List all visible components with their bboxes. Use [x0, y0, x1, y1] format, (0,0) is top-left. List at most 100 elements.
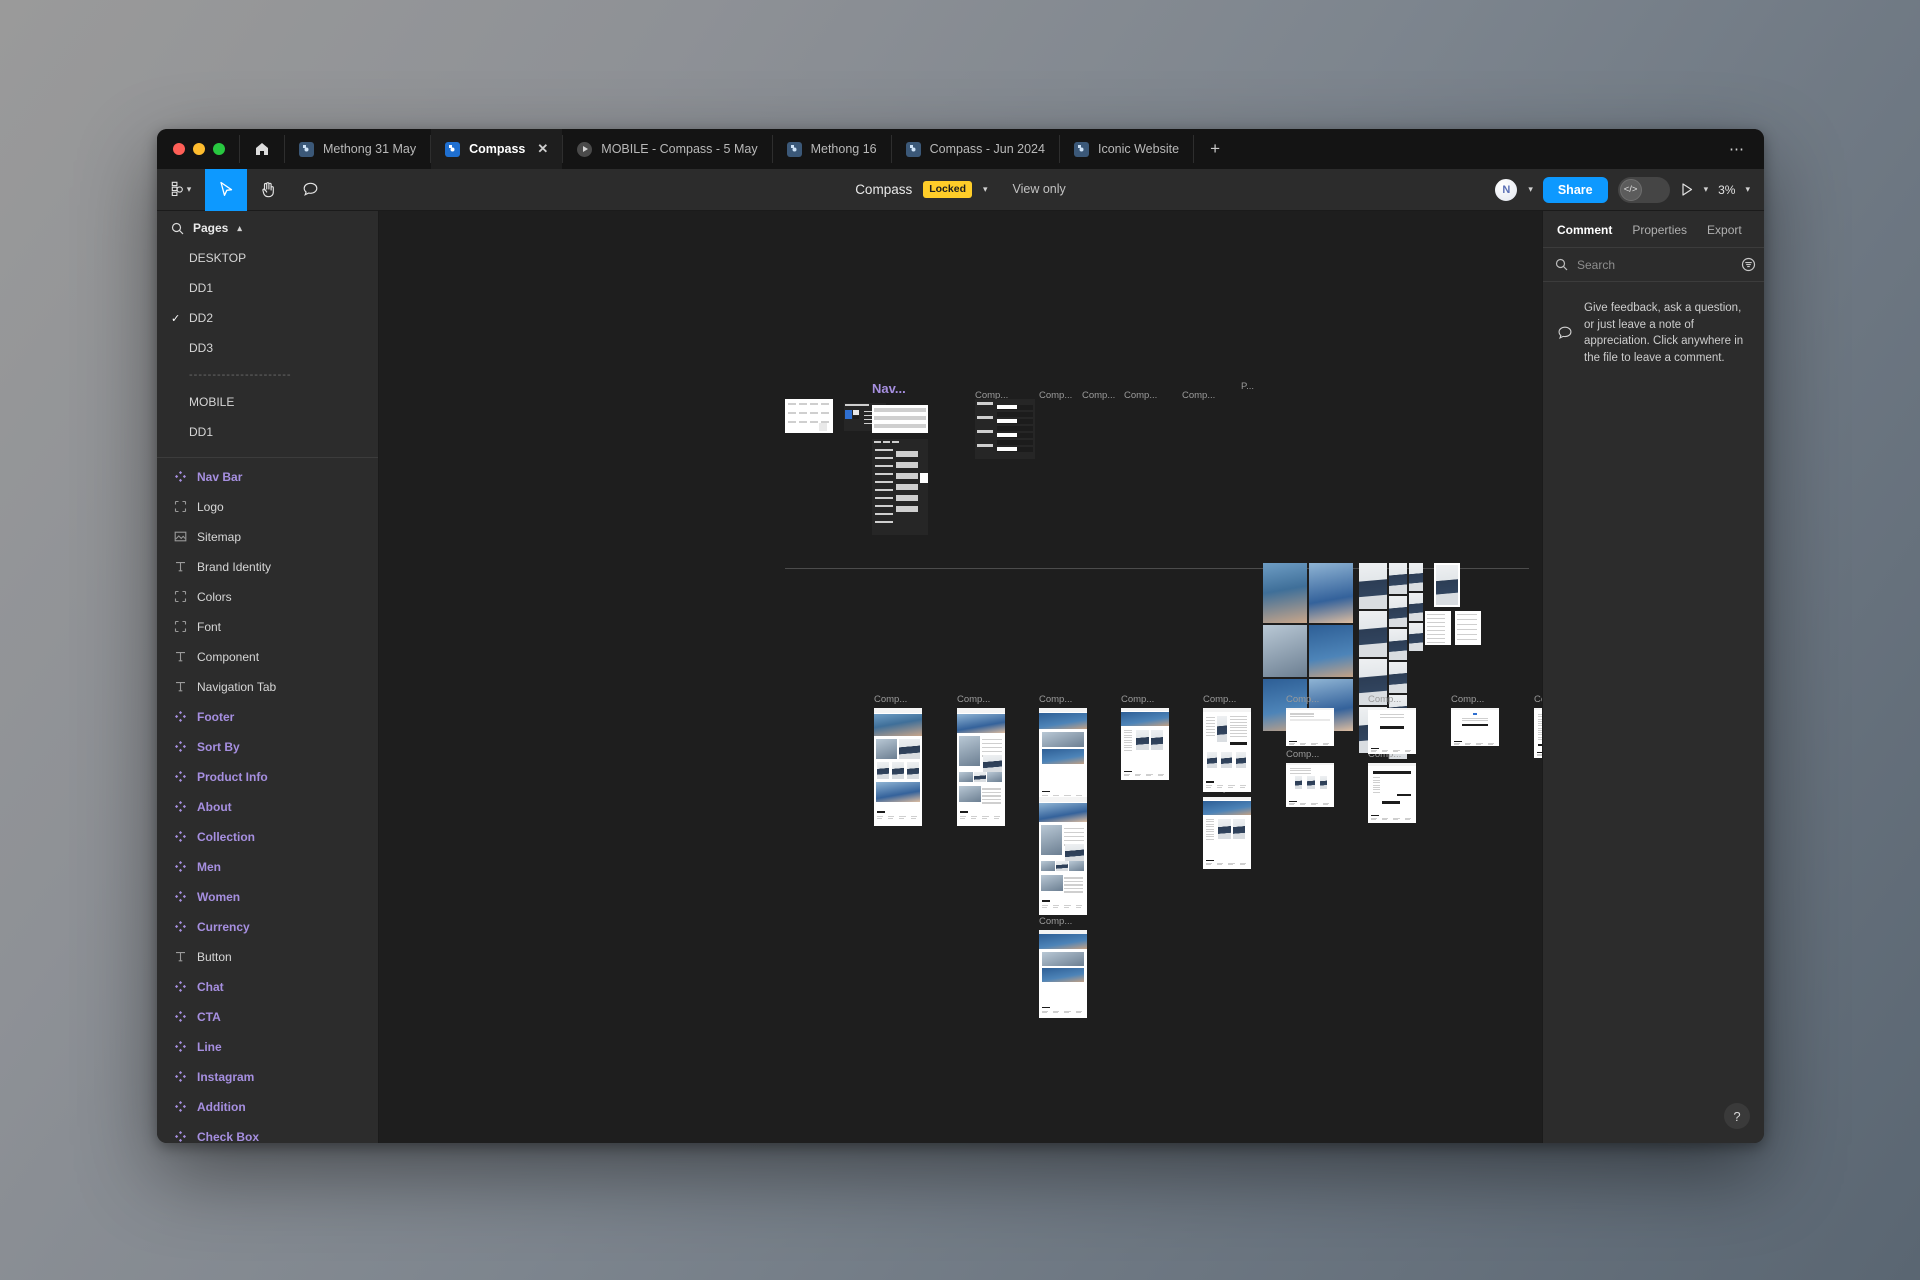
present-button[interactable] [1680, 182, 1694, 197]
chevron-up-icon[interactable]: ▴ [237, 223, 242, 234]
canvas-frame[interactable] [1389, 563, 1407, 594]
new-tab-button[interactable]: + [1194, 129, 1236, 169]
frame-label[interactable]: Comp... [1368, 694, 1401, 705]
frame-label[interactable]: Comp... [1534, 694, 1542, 705]
canvas-frame[interactable] [1434, 563, 1460, 607]
layer-item-check-box[interactable]: Check Box [157, 1122, 378, 1143]
canvas-frame[interactable] [1409, 593, 1423, 621]
design-canvas[interactable]: Nav... Comp... Comp... Comp... Comp... Comp..… [379, 211, 1542, 1143]
canvas-frame[interactable] [1389, 629, 1407, 660]
canvas-frame[interactable] [1309, 625, 1353, 677]
canvas-frame[interactable] [1409, 623, 1423, 651]
page-item-separator[interactable]: ---------------------- [157, 363, 378, 387]
search-input[interactable] [1577, 258, 1732, 272]
canvas-frame[interactable] [1309, 563, 1353, 623]
layer-item-colors[interactable]: Colors [157, 582, 378, 612]
layer-item-footer[interactable]: Footer [157, 702, 378, 732]
canvas-frame[interactable] [874, 708, 922, 826]
layer-item-chat[interactable]: Chat [157, 972, 378, 1002]
more-options-icon[interactable]: ⋯ [1711, 129, 1764, 169]
close-window-button[interactable] [173, 143, 185, 155]
canvas-frame[interactable] [1039, 708, 1087, 803]
layer-item-component[interactable]: Component [157, 642, 378, 672]
chevron-down-icon[interactable]: ▾ [1704, 184, 1709, 195]
pages-header[interactable]: Pages ▴ [157, 211, 378, 243]
tab-properties[interactable]: Properties [1632, 223, 1687, 237]
chevron-down-icon[interactable]: ▾ [1745, 184, 1750, 195]
frame-label[interactable]: Comp... [1286, 749, 1319, 760]
file-tab-mobile-compass-5-may[interactable]: MOBILE - Compass - 5 May [563, 129, 771, 169]
canvas-frame[interactable] [785, 399, 833, 433]
canvas-frame[interactable] [975, 399, 1035, 459]
canvas-frame[interactable] [1389, 596, 1407, 627]
frame-label[interactable]: Comp... [1121, 694, 1154, 705]
canvas-frame[interactable] [1368, 763, 1416, 823]
layer-item-font[interactable]: Font [157, 612, 378, 642]
frame-label[interactable]: Comp... [1182, 390, 1215, 401]
frame-label[interactable]: Comp... [1039, 694, 1072, 705]
layer-item-line[interactable]: Line [157, 1032, 378, 1062]
dev-mode-toggle[interactable]: </> [1618, 177, 1670, 203]
layer-item-instagram[interactable]: Instagram [157, 1062, 378, 1092]
page-item-desktop[interactable]: DESKTOP [157, 243, 378, 273]
file-tab-methong-31-may[interactable]: Methong 31 May [285, 129, 430, 169]
layer-item-addition[interactable]: Addition [157, 1092, 378, 1122]
main-menu-button[interactable]: ▾ [157, 169, 205, 211]
canvas-frame[interactable] [1451, 708, 1499, 746]
canvas-frame[interactable] [1039, 930, 1087, 1018]
canvas-frame[interactable] [1039, 797, 1087, 915]
canvas-frame[interactable] [957, 708, 1005, 826]
canvas-frame[interactable] [1286, 763, 1334, 807]
canvas-frame[interactable] [1409, 563, 1423, 591]
canvas-frame[interactable] [1359, 611, 1387, 657]
layer-item-cta[interactable]: CTA [157, 1002, 378, 1032]
maximize-window-button[interactable] [213, 143, 225, 155]
canvas-frame[interactable] [1368, 708, 1416, 754]
tab-comment[interactable]: Comment [1557, 223, 1612, 237]
layer-item-currency[interactable]: Currency [157, 912, 378, 942]
page-item-dd3[interactable]: DD3 [157, 333, 378, 363]
page-item-dd2[interactable]: ✓ DD2 [157, 303, 378, 333]
layer-item-sitemap[interactable]: Sitemap [157, 522, 378, 552]
minimize-window-button[interactable] [193, 143, 205, 155]
layer-item-brand-identity[interactable]: Brand Identity [157, 552, 378, 582]
canvas-frame[interactable] [1263, 625, 1307, 677]
chevron-down-icon[interactable]: ▾ [983, 184, 988, 195]
canvas-frame[interactable] [1389, 662, 1407, 693]
page-item-mobile-dd1[interactable]: DD1 [157, 417, 378, 447]
frame-label[interactable]: Comp... [957, 694, 990, 705]
canvas-frame[interactable] [1203, 708, 1251, 792]
canvas-frame[interactable] [872, 439, 928, 535]
chevron-down-icon[interactable]: ▾ [1528, 184, 1533, 195]
frame-label[interactable]: Comp... [1082, 390, 1115, 401]
layer-item-product-info[interactable]: Product Info [157, 762, 378, 792]
hand-tool-button[interactable] [247, 169, 289, 211]
canvas-frame[interactable] [1121, 708, 1169, 780]
canvas-frame[interactable] [1359, 563, 1387, 609]
page-item-mobile[interactable]: MOBILE [157, 387, 378, 417]
frame-label[interactable]: Comp... [1451, 694, 1484, 705]
frame-label[interactable]: Nav... [872, 381, 906, 396]
canvas-frame[interactable] [1203, 797, 1251, 869]
search-icon[interactable] [171, 222, 184, 235]
filter-icon[interactable] [1741, 257, 1756, 272]
frame-label[interactable]: Comp... [1286, 694, 1319, 705]
layer-item-logo[interactable]: Logo [157, 492, 378, 522]
canvas-frame[interactable] [1286, 708, 1334, 746]
page-item-dd1[interactable]: DD1 [157, 273, 378, 303]
frame-label[interactable]: Comp... [1203, 694, 1236, 705]
share-button[interactable]: Share [1543, 177, 1608, 203]
layer-item-navigation-tab[interactable]: Navigation Tab [157, 672, 378, 702]
file-tab-compass[interactable]: Compass ✕ [431, 129, 562, 169]
layer-item-collection[interactable]: Collection [157, 822, 378, 852]
comment-tool-button[interactable] [289, 169, 331, 211]
tab-export[interactable]: Export [1707, 223, 1742, 237]
file-tab-iconic-website[interactable]: Iconic Website [1060, 129, 1193, 169]
canvas-frame[interactable] [1263, 563, 1307, 623]
move-tool-button[interactable] [205, 169, 247, 211]
canvas-frame[interactable] [1534, 708, 1542, 758]
frame-label[interactable]: Comp... [874, 694, 907, 705]
layer-item-about[interactable]: About [157, 792, 378, 822]
canvas-frame[interactable] [872, 405, 928, 433]
canvas-frame[interactable] [1455, 611, 1481, 645]
